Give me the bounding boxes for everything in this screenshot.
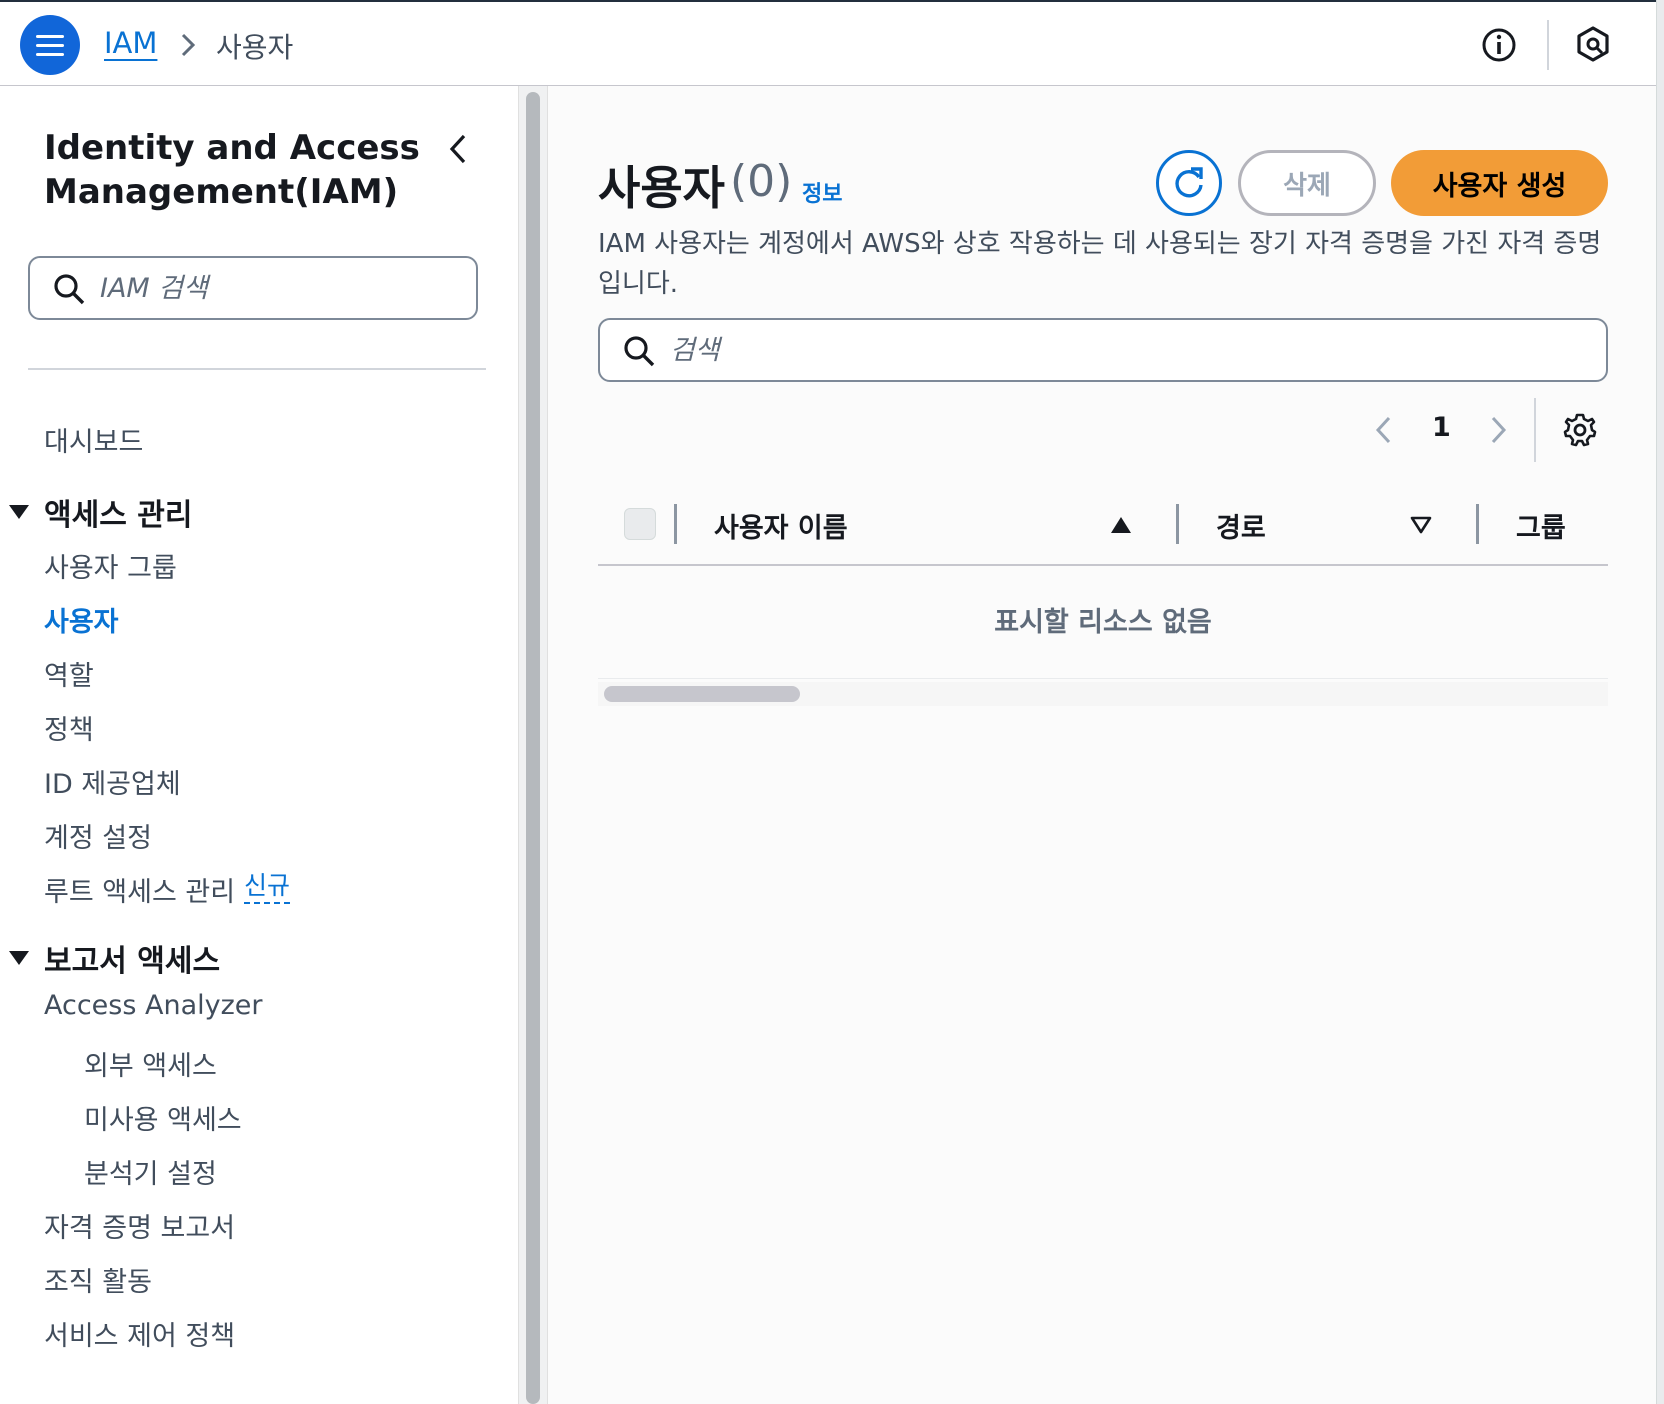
info-circle-icon[interactable] (1480, 26, 1518, 64)
chevron-right-icon (181, 33, 196, 57)
nav-roles[interactable]: 역할 (44, 654, 94, 693)
nav-identity-providers[interactable]: ID 제공업체 (44, 762, 181, 801)
sidebar-title: Identity and Access Management(IAM) (44, 128, 420, 212)
sidebar: Identity and Access Management(IAM) 대시보드… (0, 86, 520, 1404)
nav-account-settings[interactable]: 계정 설정 (44, 816, 152, 855)
nav-organization-activity[interactable]: 조직 활동 (44, 1260, 152, 1299)
column-divider[interactable] (1176, 504, 1179, 544)
sidebar-scrollbar[interactable] (526, 92, 540, 1404)
nav-credential-report[interactable]: 자격 증명 보고서 (44, 1206, 235, 1245)
page-description: IAM 사용자는 계정에서 AWS와 상호 작용하는 데 사용되는 장기 자격 … (598, 229, 1602, 299)
info-link[interactable]: 정보 (802, 176, 842, 208)
chevron-left-icon[interactable] (446, 132, 472, 166)
nav-analyzer-settings[interactable]: 분석기 설정 (84, 1152, 217, 1191)
user-count: (0) (730, 156, 793, 207)
column-divider (674, 504, 677, 544)
top-navigation-bar: IAM 사용자 (0, 0, 1664, 86)
sort-descending-icon[interactable] (1410, 516, 1432, 534)
pagination-divider (1534, 398, 1536, 462)
topbar-divider (1547, 20, 1549, 70)
nav-service-control-policies[interactable]: 서비스 제어 정책 (44, 1314, 235, 1353)
create-user-button[interactable]: 사용자 생성 (1391, 150, 1608, 216)
refresh-button[interactable] (1156, 150, 1222, 216)
nav-section-access-reports[interactable]: 보고서 액세스 (8, 936, 220, 980)
nav-access-analyzer[interactable]: Access Analyzer (44, 990, 263, 1021)
breadcrumb-iam-link[interactable]: IAM (104, 26, 157, 60)
pagination-current-page[interactable]: 1 (1432, 412, 1451, 443)
table-header: 사용자 이름 경로 그룹 (598, 496, 1608, 566)
sort-ascending-icon[interactable] (1110, 516, 1132, 534)
nav-dashboard[interactable]: 대시보드 (44, 420, 143, 459)
pagination-prev-icon[interactable] (1370, 414, 1398, 446)
table-horizontal-scrollbar[interactable] (604, 686, 800, 702)
column-header-user-name[interactable]: 사용자 이름 (714, 506, 848, 545)
breadcrumb-current: 사용자 (216, 31, 294, 64)
nav-root-access-management[interactable]: 루트 액세스 관리 (44, 870, 235, 909)
hexagon-shield-icon[interactable] (1573, 24, 1613, 64)
caret-down-icon (9, 505, 29, 519)
refresh-icon (1175, 167, 1203, 198)
nav-unused-access[interactable]: 미사용 액세스 (84, 1098, 242, 1137)
page-title: 사용자 (598, 161, 725, 215)
sidebar-search-input[interactable] (100, 266, 460, 310)
sidebar-search (28, 256, 478, 320)
pagination-next-icon[interactable] (1484, 414, 1512, 446)
users-search-input[interactable] (670, 328, 1570, 372)
search-icon (54, 274, 85, 305)
column-header-groups[interactable]: 그룹 (1516, 506, 1566, 545)
nav-policies[interactable]: 정책 (44, 708, 94, 747)
nav-users[interactable]: 사용자 (44, 600, 119, 639)
nav-section-access-management[interactable]: 액세스 관리 (8, 490, 192, 534)
nav-section-label: 액세스 관리 (44, 498, 193, 533)
select-all-checkbox[interactable] (624, 508, 656, 540)
search-icon (624, 336, 655, 367)
caret-down-icon (9, 951, 29, 965)
sidebar-divider (28, 368, 486, 370)
column-divider[interactable] (1476, 504, 1479, 544)
delete-button[interactable]: 삭제 (1238, 150, 1376, 216)
table-bottom-border (598, 678, 1608, 679)
table-empty-message: 표시할 리소스 없음 (994, 607, 1212, 638)
gear-icon[interactable] (1562, 412, 1598, 448)
column-header-path[interactable]: 경로 (1216, 506, 1266, 545)
users-search (598, 318, 1608, 382)
nav-external-access[interactable]: 외부 액세스 (84, 1044, 217, 1083)
nav-user-groups[interactable]: 사용자 그룹 (44, 546, 177, 585)
window-edge (1656, 0, 1664, 1404)
hamburger-menu-icon[interactable] (20, 15, 80, 75)
nav-section-label: 보고서 액세스 (44, 944, 221, 979)
new-badge[interactable]: 신규 (244, 870, 291, 904)
